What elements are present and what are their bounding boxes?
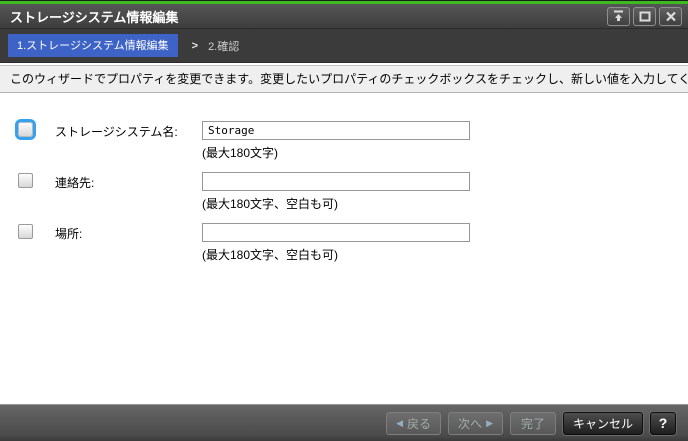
maximize-icon [639, 11, 651, 22]
contact-label: 連絡先: [55, 176, 95, 190]
storage-name-label: ストレージシステム名: [55, 125, 178, 139]
storage-name-input[interactable] [202, 121, 470, 140]
help-icon: ? [658, 415, 668, 431]
collapse-to-top-icon [612, 10, 625, 22]
next-button: 次へ ▶ [448, 411, 503, 435]
storage-name-row: ストレージシステム名: (最大180文字) [18, 121, 688, 161]
close-button[interactable] [659, 6, 682, 26]
contact-input[interactable] [202, 172, 470, 191]
contact-hint: (最大180文字、空白も可) [202, 197, 339, 211]
maximize-button[interactable] [633, 6, 656, 26]
location-hint: (最大180文字、空白も可) [202, 248, 339, 262]
help-button[interactable]: ? [650, 411, 676, 435]
dialog-footer: ◀ 戻る 次へ ▶ 完了 キャンセル ? [0, 404, 688, 441]
collapse-to-top-button[interactable] [607, 6, 630, 26]
location-label: 場所: [55, 227, 83, 241]
contact-checkbox[interactable] [18, 173, 33, 188]
finish-button: 完了 [509, 411, 556, 435]
location-row: 場所: (最大180文字、空白も可) [18, 223, 688, 263]
dialog-body: このウィザードでプロパティを変更できます。変更したいプロパティのチェックボックス… [0, 63, 688, 404]
next-arrow-icon: ▶ [486, 417, 493, 428]
edit-form: ストレージシステム名: (最大180文字) 連絡先: (最大180文字、空白も可… [0, 93, 688, 263]
edit-storage-system-dialog: ストレージシステム情報編集 1.ストレージシステム情報編集 > 2.確認 このウ… [0, 0, 688, 441]
storage-name-checkbox[interactable] [18, 122, 33, 137]
location-checkbox[interactable] [18, 224, 33, 239]
cancel-button[interactable]: キャンセル [562, 411, 643, 435]
wizard-step-1: 1.ストレージシステム情報編集 [8, 34, 178, 57]
storage-name-hint: (最大180文字) [202, 146, 279, 160]
close-icon [665, 11, 677, 22]
window-controls [607, 6, 682, 26]
back-button: ◀ 戻る [386, 411, 442, 435]
back-arrow-icon: ◀ [396, 417, 404, 428]
dialog-titlebar: ストレージシステム情報編集 [0, 4, 688, 29]
step-separator: > [191, 39, 199, 52]
contact-row: 連絡先: (最大180文字、空白も可) [18, 172, 688, 212]
wizard-step-2: 2.確認 [208, 40, 240, 53]
dialog-title: ストレージシステム情報編集 [10, 9, 179, 25]
wizard-steps: 1.ストレージシステム情報編集 > 2.確認 [0, 29, 688, 63]
instruction-text: このウィザードでプロパティを変更できます。変更したいプロパティのチェックボックス… [0, 65, 688, 93]
location-input[interactable] [202, 223, 470, 242]
